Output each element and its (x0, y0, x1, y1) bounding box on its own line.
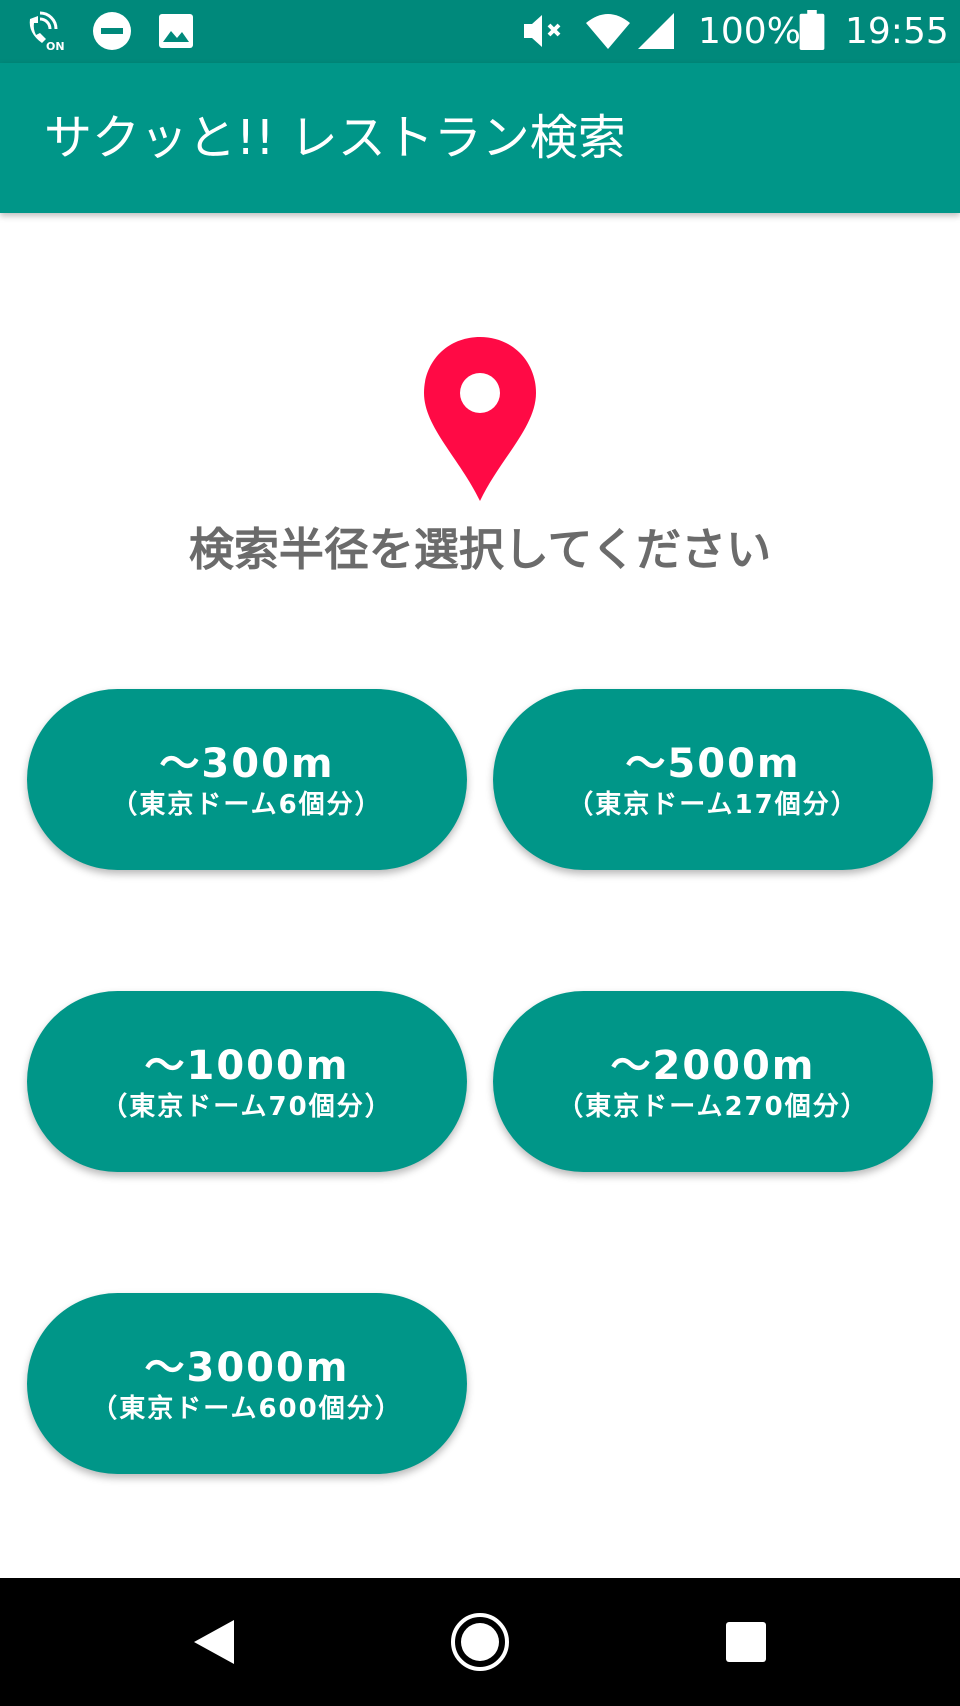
button-note-label: （東京ドーム600個分） (91, 1394, 403, 1424)
app-title: サクッと!! レストラン検索 (44, 110, 626, 166)
button-range-label: ～3000m (144, 1345, 350, 1391)
button-note-label: （東京ドーム6個分） (111, 790, 383, 820)
button-note-label: （東京ドーム270個分） (557, 1092, 869, 1122)
radius-prompt: 検索半径を選択してください (188, 523, 772, 576)
button-range-label: ～1000m (144, 1043, 350, 1089)
button-note-label: （東京ドーム17個分） (567, 790, 859, 820)
mute-icon (524, 15, 561, 47)
back-button[interactable] (174, 1602, 254, 1682)
image-icon (159, 14, 193, 48)
wifi-calling-on-icon: ON (29, 11, 65, 51)
button-range-label: ～2000m (610, 1043, 816, 1089)
status-bar: ON 100% 19:55 (0, 0, 960, 63)
button-range-label: ～300m (159, 741, 335, 787)
app-bar: サクッと!! レストラン検索 (0, 63, 960, 213)
back-icon (194, 1620, 234, 1664)
battery-icon (799, 10, 825, 50)
navigation-bar (0, 1578, 960, 1706)
radius-2000m-button[interactable]: ～2000m （東京ドーム270個分） (493, 991, 933, 1172)
clock: 19:55 (845, 11, 949, 52)
battery-percentage: 100% (698, 11, 801, 52)
signal-icon (638, 13, 674, 49)
do-not-disturb-icon (93, 12, 131, 50)
home-icon (451, 1613, 509, 1671)
home-button[interactable] (440, 1602, 520, 1682)
button-note-label: （東京ドーム70個分） (101, 1092, 393, 1122)
radius-3000m-button[interactable]: ～3000m （東京ドーム600個分） (27, 1293, 467, 1474)
button-range-label: ～500m (625, 741, 801, 787)
radius-1000m-button[interactable]: ～1000m （東京ドーム70個分） (27, 991, 467, 1172)
wifi-icon (586, 14, 630, 49)
radius-500m-button[interactable]: ～500m （東京ドーム17個分） (493, 689, 933, 870)
svg-text:ON: ON (46, 40, 65, 51)
recents-button[interactable] (706, 1602, 786, 1682)
radius-300m-button[interactable]: ～300m （東京ドーム6個分） (27, 689, 467, 870)
recents-icon (726, 1622, 766, 1662)
location-pin-icon (424, 337, 536, 501)
